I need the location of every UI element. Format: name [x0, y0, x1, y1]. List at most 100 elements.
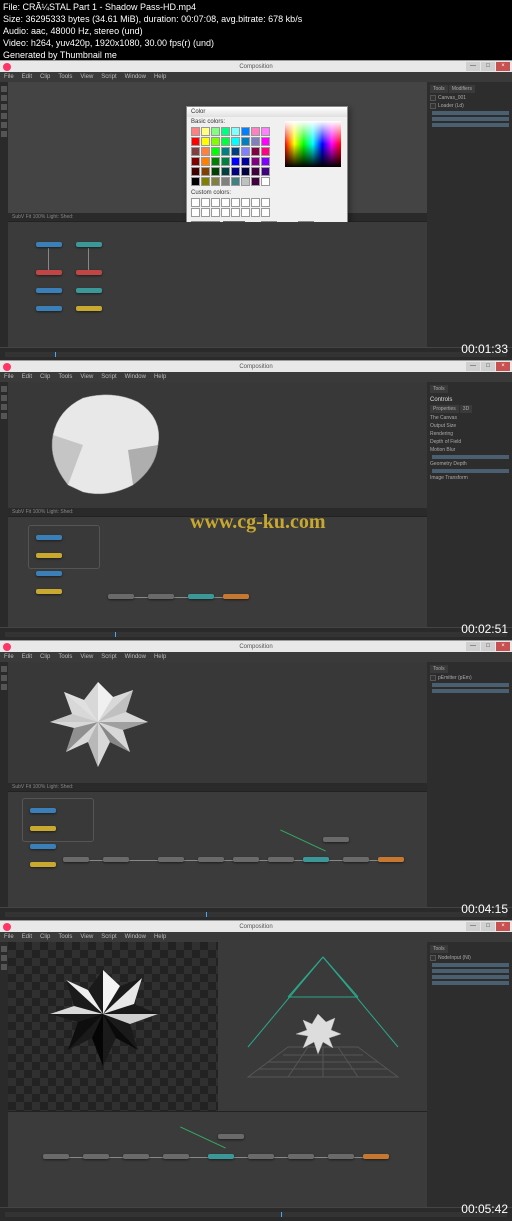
- color-swatch[interactable]: [191, 167, 200, 176]
- menu-window[interactable]: Window: [125, 74, 146, 80]
- tool-icon[interactable]: [1, 104, 7, 110]
- color-swatch[interactable]: [251, 198, 260, 207]
- color-swatch[interactable]: [241, 147, 250, 156]
- color-swatch[interactable]: [241, 208, 250, 217]
- menu-script[interactable]: Script: [101, 74, 116, 80]
- expand-icon[interactable]: [430, 95, 436, 101]
- panel-tab[interactable]: Tools: [430, 385, 448, 393]
- node[interactable]: [108, 594, 134, 599]
- timeline-track[interactable]: [5, 1212, 507, 1217]
- color-swatch[interactable]: [211, 137, 220, 146]
- node[interactable]: [76, 270, 102, 275]
- color-swatch[interactable]: [201, 147, 210, 156]
- color-swatch[interactable]: [211, 167, 220, 176]
- playhead[interactable]: [206, 912, 207, 917]
- menu-window[interactable]: Window: [125, 654, 146, 660]
- color-swatch[interactable]: [221, 137, 230, 146]
- tool-icon[interactable]: [1, 946, 7, 952]
- menu-help[interactable]: Help: [154, 934, 166, 940]
- node[interactable]: [248, 1154, 274, 1159]
- node[interactable]: [288, 1154, 314, 1159]
- menu-help[interactable]: Help: [154, 74, 166, 80]
- tool-icon[interactable]: [1, 395, 7, 401]
- param-slider[interactable]: [432, 117, 509, 121]
- tool-icon[interactable]: [1, 675, 7, 681]
- color-swatch[interactable]: [221, 167, 230, 176]
- node-graph[interactable]: [8, 222, 427, 347]
- param-slider[interactable]: [432, 975, 509, 979]
- node[interactable]: [328, 1154, 354, 1159]
- color-swatch[interactable]: [201, 208, 210, 217]
- expand-icon[interactable]: [430, 103, 436, 109]
- close-button[interactable]: ×: [496, 62, 510, 71]
- color-swatch[interactable]: [261, 177, 270, 186]
- color-swatch[interactable]: [211, 147, 220, 156]
- color-swatch[interactable]: [251, 127, 260, 136]
- color-swatch[interactable]: [221, 198, 230, 207]
- color-swatch[interactable]: [231, 198, 240, 207]
- color-swatch[interactable]: [191, 198, 200, 207]
- menu-tools[interactable]: Tools: [58, 374, 72, 380]
- param-slider[interactable]: [432, 689, 509, 693]
- color-swatch[interactable]: [241, 198, 250, 207]
- param-slider[interactable]: [432, 123, 509, 127]
- color-swatch[interactable]: [211, 208, 220, 217]
- panel-tab[interactable]: Tools: [430, 85, 448, 93]
- node[interactable]: [76, 242, 102, 247]
- color-swatch[interactable]: [211, 177, 220, 186]
- panel-tab[interactable]: Tools: [430, 945, 448, 953]
- menu-file[interactable]: File: [4, 74, 14, 80]
- color-swatch[interactable]: [191, 208, 200, 217]
- node[interactable]: [103, 857, 129, 862]
- param-slider[interactable]: [432, 981, 509, 985]
- playhead[interactable]: [55, 352, 56, 357]
- tool-icon[interactable]: [1, 131, 7, 137]
- node[interactable]: [36, 553, 62, 558]
- node[interactable]: [76, 306, 102, 311]
- node[interactable]: [43, 1154, 69, 1159]
- param-slider[interactable]: [432, 455, 509, 459]
- node[interactable]: [363, 1154, 389, 1159]
- color-swatch[interactable]: [251, 177, 260, 186]
- node[interactable]: [83, 1154, 109, 1159]
- color-swatch[interactable]: [261, 167, 270, 176]
- tool-icon[interactable]: [1, 86, 7, 92]
- node[interactable]: [36, 242, 62, 247]
- node[interactable]: [36, 306, 62, 311]
- color-swatch[interactable]: [231, 167, 240, 176]
- minimize-button[interactable]: —: [466, 362, 480, 371]
- color-swatch[interactable]: [261, 127, 270, 136]
- viewer[interactable]: SubV Fit 100% Light: Shed:: [8, 382, 427, 517]
- color-swatch[interactable]: [261, 198, 270, 207]
- menu-tools[interactable]: Tools: [58, 74, 72, 80]
- menu-window[interactable]: Window: [125, 374, 146, 380]
- param-slider[interactable]: [432, 111, 509, 115]
- menu-clip[interactable]: Clip: [40, 934, 50, 940]
- tool-icon[interactable]: [1, 955, 7, 961]
- param-slider[interactable]: [432, 963, 509, 967]
- color-swatch[interactable]: [191, 127, 200, 136]
- menu-file[interactable]: File: [4, 654, 14, 660]
- param-slider[interactable]: [432, 469, 509, 473]
- color-swatch[interactable]: [231, 147, 240, 156]
- color-swatch[interactable]: [201, 177, 210, 186]
- node[interactable]: [198, 857, 224, 862]
- playhead[interactable]: [115, 632, 116, 637]
- timeline[interactable]: [0, 1207, 512, 1221]
- expand-icon[interactable]: [430, 955, 436, 961]
- color-swatch[interactable]: [191, 147, 200, 156]
- expand-icon[interactable]: [430, 675, 436, 681]
- tool-icon[interactable]: [1, 122, 7, 128]
- tool-icon[interactable]: [1, 413, 7, 419]
- menu-edit[interactable]: Edit: [22, 934, 32, 940]
- viewer[interactable]: SubV Fit 100% Light: Shed:: [8, 662, 427, 792]
- node[interactable]: [323, 837, 349, 842]
- maximize-button[interactable]: □: [481, 362, 495, 371]
- param-slider[interactable]: [432, 969, 509, 973]
- menu-edit[interactable]: Edit: [22, 374, 32, 380]
- node[interactable]: [268, 857, 294, 862]
- menu-tools[interactable]: Tools: [58, 934, 72, 940]
- color-swatch[interactable]: [231, 127, 240, 136]
- tool-icon[interactable]: [1, 964, 7, 970]
- color-swatch[interactable]: [221, 127, 230, 136]
